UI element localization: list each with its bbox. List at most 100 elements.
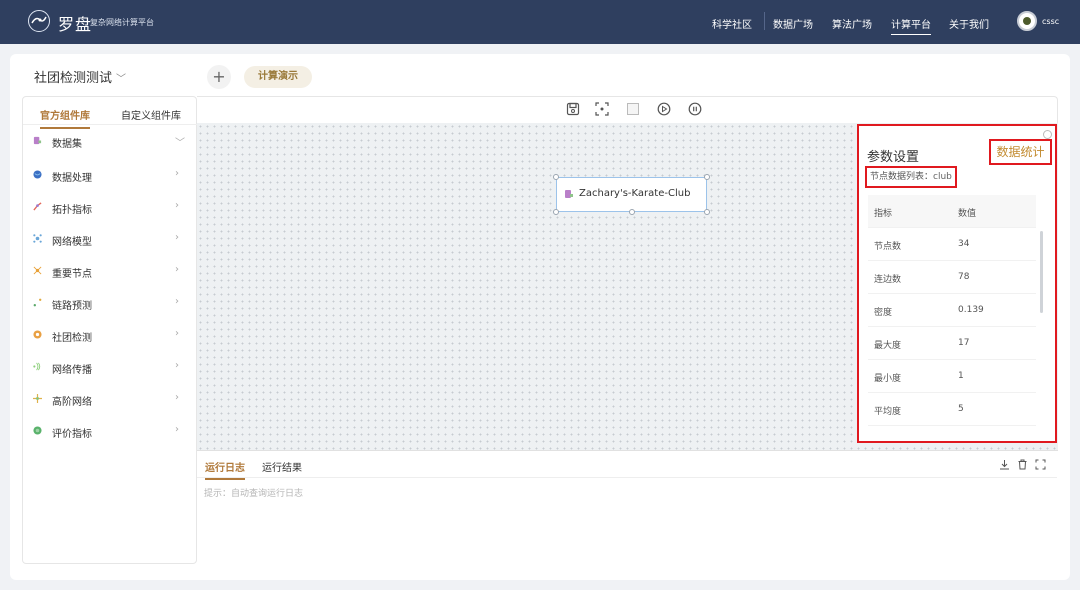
component-library-panel: 官方组件库 自定义组件库 数据集 ﹀ 数据处理 › 拓扑指标 › 网络模型 › … xyxy=(22,96,197,564)
metric-name: 平均度 xyxy=(874,407,902,417)
log-hint: 提示：自动查询运行日志 xyxy=(204,489,304,499)
user-name[interactable]: cssc xyxy=(1042,17,1059,26)
category-evaluation-metrics[interactable]: 评价指标 › xyxy=(23,421,197,443)
metric-name: 连边数 xyxy=(874,275,902,285)
delete-icon[interactable] xyxy=(1017,459,1028,470)
table-row: 连边数 78 xyxy=(868,261,1036,294)
category-network-propagation[interactable]: 网络传播 › xyxy=(23,357,197,379)
add-tab-button[interactable]: + xyxy=(207,65,231,89)
run-icon[interactable] xyxy=(657,102,671,116)
category-label: 高阶网络 xyxy=(52,397,92,408)
scrollbar[interactable] xyxy=(1040,231,1043,313)
category-label: 评价指标 xyxy=(52,429,92,440)
resize-handle[interactable] xyxy=(553,174,559,180)
table-row: 节点数 34 xyxy=(868,228,1036,261)
table-row: 最小度 1 xyxy=(868,360,1036,393)
node-label: Zachary's-Karate-Club xyxy=(579,188,691,199)
metric-value: 17 xyxy=(958,338,970,348)
data-statistics-button[interactable]: 数据统计 xyxy=(989,139,1052,165)
tab-compute-demo[interactable]: 计算演示 xyxy=(244,66,312,88)
tab-run-result[interactable]: 运行结果 xyxy=(262,459,302,474)
column-header-value: 数值 xyxy=(958,209,977,219)
chevron-right-icon: › xyxy=(175,328,179,339)
user-avatar[interactable] xyxy=(1017,11,1037,31)
column-header-metric: 指标 xyxy=(874,209,893,219)
metric-name: 最大度 xyxy=(874,341,902,351)
fit-view-icon[interactable] xyxy=(595,102,609,116)
topology-icon xyxy=(33,202,42,211)
stop-icon[interactable] xyxy=(626,102,640,116)
key-node-icon xyxy=(33,266,42,275)
metric-value: 5 xyxy=(958,404,964,414)
chevron-right-icon: › xyxy=(175,168,179,179)
chevron-right-icon: › xyxy=(175,296,179,307)
metric-value: 1 xyxy=(958,371,964,381)
output-port[interactable] xyxy=(629,209,635,215)
category-network-model[interactable]: 网络模型 › xyxy=(23,229,197,251)
network-model-icon xyxy=(33,234,42,243)
community-icon xyxy=(33,330,42,339)
table-row: 最大度 17 xyxy=(868,327,1036,360)
resize-handle[interactable] xyxy=(704,209,710,215)
chevron-right-icon: › xyxy=(175,360,179,371)
node-list-value: club xyxy=(933,172,952,182)
tab-custom-library[interactable]: 自定义组件库 xyxy=(121,107,181,122)
table-row: 平均度 5 xyxy=(868,393,1036,426)
nav-about-us[interactable]: 关于我们 xyxy=(949,16,989,31)
category-dataset[interactable]: 数据集 ﹀ xyxy=(23,131,197,153)
metric-name: 最小度 xyxy=(874,374,902,384)
link-prediction-icon xyxy=(33,298,42,307)
panel-title: 参数设置 xyxy=(867,150,920,165)
category-label: 链路预测 xyxy=(52,301,92,312)
nav-data-square[interactable]: 数据广场 xyxy=(773,16,813,31)
canvas-toolbar xyxy=(197,96,1058,123)
category-label: 重要节点 xyxy=(52,269,92,280)
download-icon[interactable] xyxy=(999,459,1010,470)
top-navbar: 罗盘 复杂网络计算平台 科学社区 数据广场 算法广场 计算平台 关于我们 css… xyxy=(0,0,1080,44)
category-community-detection[interactable]: 社团检测 › xyxy=(23,325,197,347)
dataset-node[interactable]: Zachary's-Karate-Club xyxy=(556,177,707,212)
close-icon[interactable] xyxy=(1043,130,1052,139)
category-label: 拓扑指标 xyxy=(52,205,92,216)
node-list-label: 节点数据列表： xyxy=(870,172,934,182)
category-label: 数据集 xyxy=(52,139,82,150)
chevron-right-icon: › xyxy=(175,392,179,403)
category-data-processing[interactable]: 数据处理 › xyxy=(23,165,197,187)
node-data-list-label: 节点数据列表：club xyxy=(865,166,957,188)
category-link-prediction[interactable]: 链路预测 › xyxy=(23,293,197,315)
metric-name: 节点数 xyxy=(874,242,902,252)
divider xyxy=(23,124,197,125)
category-higher-order-network[interactable]: 高阶网络 › xyxy=(23,389,197,411)
category-label: 网络模型 xyxy=(52,237,92,248)
resize-handle[interactable] xyxy=(553,209,559,215)
chevron-right-icon: › xyxy=(175,264,179,275)
category-topology-metrics[interactable]: 拓扑指标 › xyxy=(23,197,197,219)
metric-name: 密度 xyxy=(874,308,893,318)
database-icon xyxy=(565,190,573,198)
nav-compute-platform[interactable]: 计算平台 xyxy=(891,16,931,35)
parameter-panel: 参数设置 数据统计 节点数据列表：club 指标 数值 节点数 34 连边数 7… xyxy=(857,124,1057,443)
project-title: 社团检测测试 xyxy=(34,71,113,86)
metric-value: 78 xyxy=(958,272,970,282)
app-logo-name: 罗盘 xyxy=(58,15,93,34)
nav-algorithm-square[interactable]: 算法广场 xyxy=(832,16,872,31)
project-title-dropdown[interactable]: 社团检测测试 ﹀ xyxy=(34,67,126,86)
chevron-right-icon: › xyxy=(175,200,179,211)
logo-icon xyxy=(28,10,50,32)
globe-icon xyxy=(33,170,42,179)
save-icon[interactable] xyxy=(566,102,580,116)
chevron-down-icon: ﹀ xyxy=(175,138,185,149)
chevron-right-icon: › xyxy=(175,424,179,435)
category-key-nodes[interactable]: 重要节点 › xyxy=(23,261,197,283)
nav-science-community[interactable]: 科学社区 xyxy=(712,16,752,31)
evaluation-icon xyxy=(33,426,42,435)
resize-handle[interactable] xyxy=(704,174,710,180)
pause-icon[interactable] xyxy=(688,102,702,116)
divider xyxy=(197,477,1057,478)
metric-value: 0.139 xyxy=(958,305,984,315)
fullscreen-icon[interactable] xyxy=(1035,459,1046,470)
database-icon xyxy=(33,136,42,145)
category-label: 数据处理 xyxy=(52,173,92,184)
higher-order-icon xyxy=(33,394,42,403)
tab-official-library[interactable]: 官方组件库 xyxy=(40,107,90,129)
